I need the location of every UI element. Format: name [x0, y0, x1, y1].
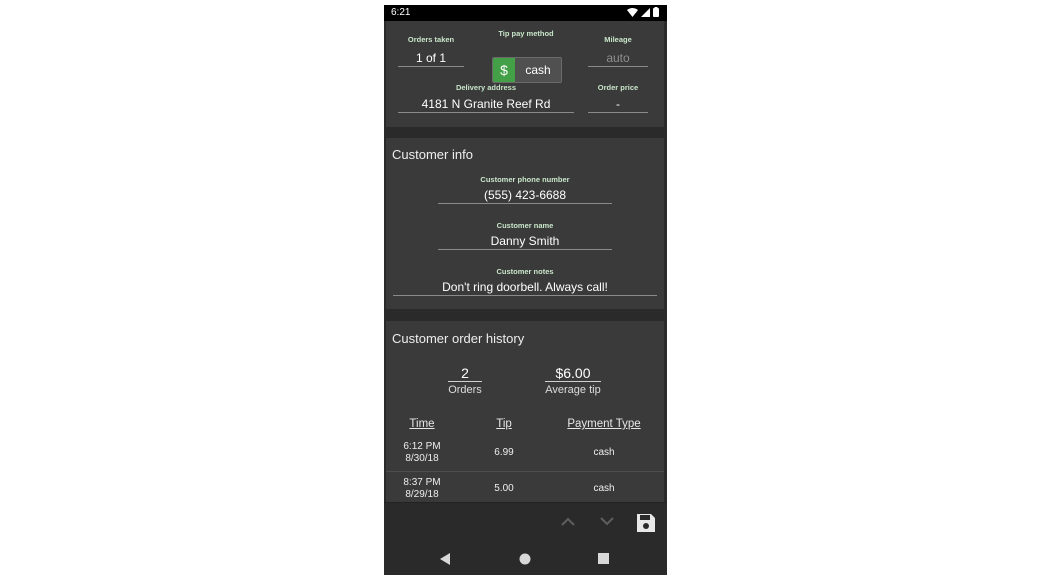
dollar-icon: $: [493, 58, 515, 82]
home-icon[interactable]: [519, 553, 531, 565]
column-header-time[interactable]: Time: [392, 418, 452, 430]
status-bar: 6:21: [384, 5, 667, 21]
bottom-toolbar: [384, 502, 667, 543]
orders-count-label: Orders: [448, 384, 482, 396]
order-details-card: Orders taken 1 of 1 Tip pay method $ cas…: [386, 21, 664, 127]
row-tip: 6.99: [494, 447, 514, 458]
row-payment-type: cash: [593, 447, 615, 458]
customer-phone-label: Customer phone number: [480, 175, 570, 184]
customer-phone-input[interactable]: (555) 423-6688: [438, 187, 612, 204]
customer-name-input[interactable]: Danny Smith: [438, 233, 612, 250]
order-history-title: Customer order history: [392, 331, 525, 346]
delivery-address-input[interactable]: 4181 N Granite Reef Rd: [398, 96, 574, 113]
row-date: 8/30/18: [405, 453, 439, 464]
column-header-tip[interactable]: Tip: [484, 418, 524, 430]
column-header-payment-type[interactable]: Payment Type: [554, 418, 654, 430]
chevron-up-icon[interactable]: [561, 517, 575, 526]
customer-info-title: Customer info: [392, 147, 473, 162]
phone-screen: 6:21 Orders taken 1 of 1 Tip pay method …: [384, 5, 667, 575]
average-tip-label: Average tip: [545, 384, 601, 396]
status-time: 6:21: [391, 7, 411, 18]
wifi-icon: [627, 7, 638, 17]
row-tip: 5.00: [494, 483, 514, 494]
status-icons: [627, 7, 659, 17]
customer-notes-label: Customer notes: [496, 267, 554, 276]
order-price-label: Order price: [597, 83, 639, 92]
back-icon[interactable]: [440, 553, 451, 565]
row-time: 6:12 PM: [403, 441, 441, 452]
battery-icon: [653, 7, 659, 17]
mileage-label: Mileage: [604, 35, 632, 44]
row-time-cell: 8:37 PM 8/29/18: [392, 477, 452, 501]
tip-pay-method-value: cash: [525, 63, 551, 77]
chevron-down-icon[interactable]: [600, 517, 614, 526]
tip-pay-method-toggle[interactable]: $ cash: [492, 57, 562, 83]
mileage-input[interactable]: auto: [588, 50, 648, 67]
signal-icon: [641, 7, 650, 17]
row-date: 8/29/18: [405, 489, 439, 500]
order-history-card: Customer order history 2 Orders $6.00 Av…: [386, 321, 664, 502]
order-price-input[interactable]: -: [588, 96, 648, 113]
average-tip-value: $6.00: [545, 365, 601, 382]
orders-taken-field[interactable]: 1 of 1: [398, 50, 464, 67]
recents-icon[interactable]: [598, 553, 609, 564]
customer-notes-input[interactable]: Don't ring doorbell. Always call!: [393, 279, 657, 296]
delivery-address-label: Delivery address: [455, 83, 517, 92]
system-nav-bar: [384, 543, 667, 575]
row-payment-type: cash: [593, 483, 615, 494]
row-time-cell: 6:12 PM 8/30/18: [392, 441, 452, 465]
row-time: 8:37 PM: [403, 477, 441, 488]
table-row[interactable]: 6:12 PM 8/30/18 6.99 cash: [386, 436, 664, 470]
tip-pay-method-label: Tip pay method: [498, 29, 554, 38]
save-icon[interactable]: [636, 513, 656, 533]
customer-name-label: Customer name: [496, 221, 554, 230]
orders-count: 2: [448, 365, 482, 382]
customer-info-card: Customer info Customer phone number (555…: [386, 138, 664, 309]
table-row[interactable]: 8:37 PM 8/29/18 5.00 cash: [386, 472, 664, 502]
orders-taken-label: Orders taken: [407, 35, 455, 44]
